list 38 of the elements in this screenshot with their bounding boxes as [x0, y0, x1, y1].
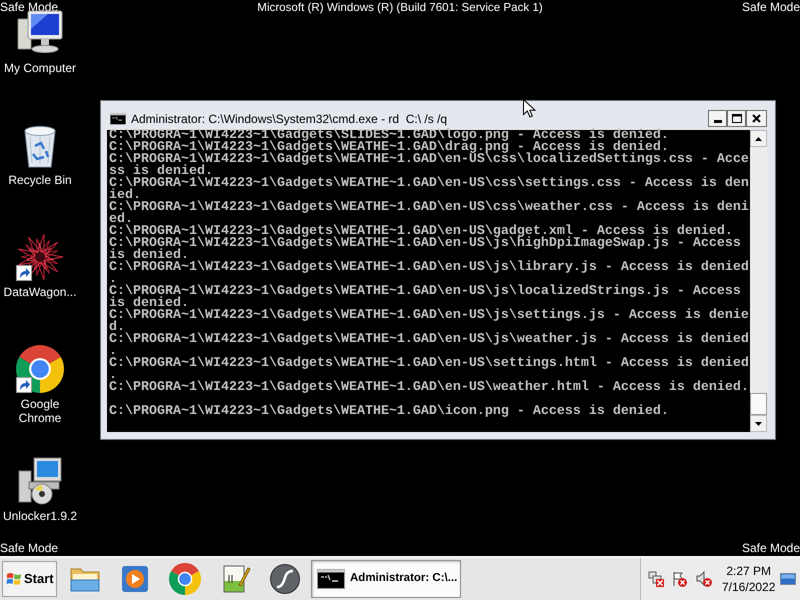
safe-mode-label: Safe Mode — [742, 541, 800, 556]
play-button-icon[interactable] — [119, 563, 151, 595]
close-button[interactable] — [746, 110, 767, 127]
safe-mode-label: Safe Mode — [742, 0, 800, 15]
maximize-icon — [732, 114, 742, 123]
safe-mode-label: Safe Mode — [0, 541, 58, 556]
scrollbar-thumb[interactable] — [750, 393, 767, 415]
desktop-icon-label[interactable]: Recycle Bin — [1, 173, 79, 187]
mouse-pointer-icon — [523, 99, 536, 118]
flag-logo-icon — [6, 571, 22, 587]
clock-time[interactable]: 2:27 PM — [726, 563, 772, 579]
scroll-down-button[interactable] — [750, 415, 767, 432]
window-title: Administrator: C:\Windows\System32\cmd.exe - rd C:\ /s /q — [131, 112, 448, 126]
system-build-label: Microsoft (R) Windows (R) (Build 7601: Service Pack 1) — [257, 0, 543, 15]
desktop-icon-label[interactable]: Google Chrome — [1, 397, 79, 425]
clock-date[interactable]: 7/16/2022 — [722, 579, 776, 595]
network-error-icon[interactable] — [648, 571, 664, 587]
starburst-icon[interactable] — [16, 233, 64, 281]
installer-icon[interactable] — [16, 457, 64, 505]
desktop-icon-label[interactable]: Unlocker1.9.2 — [1, 509, 79, 523]
start-button[interactable]: Start — [2, 561, 57, 597]
close-icon — [752, 114, 761, 123]
console-line: C:\PROGRA~1\WI4223~1\Gadgets\WEATHE~1.GAD\en-US\weather.html - Access is denied. — [109, 382, 749, 394]
console-icon — [317, 569, 345, 589]
maximize-button[interactable] — [727, 110, 746, 127]
minimize-icon — [714, 120, 722, 123]
flag-error-icon[interactable] — [671, 571, 687, 587]
desktop-icon-label[interactable]: DataWagon... — [1, 285, 79, 299]
console-icon — [110, 113, 126, 125]
down-arrow-icon — [755, 422, 762, 426]
up-arrow-icon — [755, 136, 762, 140]
console-line: C:\PROGRA~1\WI4223~1\Gadgets\WEATHE~1.GAD\icon.png - Access is denied. — [109, 406, 670, 418]
swoosh-logo-icon[interactable] — [269, 563, 301, 595]
speaker-muted-icon[interactable] — [696, 571, 712, 587]
taskbar-window-button[interactable]: Administrator: C:\... — [311, 560, 461, 598]
desktop-icon-label[interactable]: My Computer — [1, 61, 79, 75]
minimize-button[interactable] — [708, 110, 727, 127]
scroll-up-button[interactable] — [750, 130, 767, 147]
